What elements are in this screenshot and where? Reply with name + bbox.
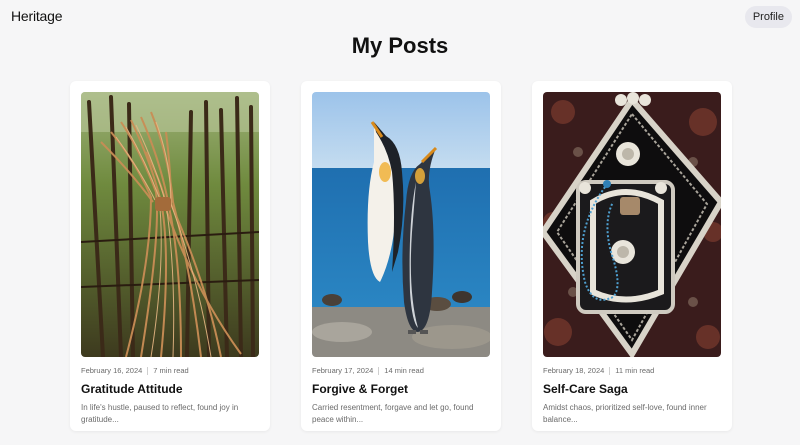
post-meta: February 16, 2024 7 min read xyxy=(81,366,259,375)
post-date: February 17, 2024 xyxy=(312,366,374,375)
post-image-penguins xyxy=(312,92,490,357)
post-image-embroidered-textile xyxy=(543,92,721,357)
meta-divider xyxy=(378,366,380,375)
post-card[interactable]: February 18, 2024 11 min read Self-Care … xyxy=(532,81,732,431)
page-title: My Posts xyxy=(351,33,449,58)
meta-divider xyxy=(609,366,611,375)
brand-logo[interactable]: Heritage xyxy=(11,8,63,24)
post-date: February 18, 2024 xyxy=(543,366,605,375)
post-meta: February 18, 2024 11 min read xyxy=(543,366,721,375)
profile-button[interactable]: Profile xyxy=(744,6,792,28)
post-date: February 16, 2024 xyxy=(81,366,143,375)
post-read-time: 11 min read xyxy=(615,366,655,375)
post-excerpt: Carried resentment, forgave and let go, … xyxy=(312,403,474,424)
post-image-straw-bundle xyxy=(81,92,259,357)
posts-grid: February 16, 2024 7 min read Gratitude A… xyxy=(70,81,732,431)
post-card[interactable]: February 17, 2024 14 min read Forgive & … xyxy=(301,81,501,431)
post-excerpt: Amidst chaos, prioritized self-love, fou… xyxy=(543,403,707,424)
post-title[interactable]: Gratitude Attitude xyxy=(81,382,259,396)
post-card[interactable]: February 16, 2024 7 min read Gratitude A… xyxy=(70,81,270,431)
post-read-time: 7 min read xyxy=(153,366,189,375)
post-title[interactable]: Self-Care Saga xyxy=(543,382,721,396)
post-excerpt: In life's hustle, paused to reflect, fou… xyxy=(81,403,239,424)
post-meta: February 17, 2024 14 min read xyxy=(312,366,490,375)
post-read-time: 14 min read xyxy=(384,366,424,375)
meta-divider xyxy=(147,366,149,375)
post-title[interactable]: Forgive & Forget xyxy=(312,382,490,396)
